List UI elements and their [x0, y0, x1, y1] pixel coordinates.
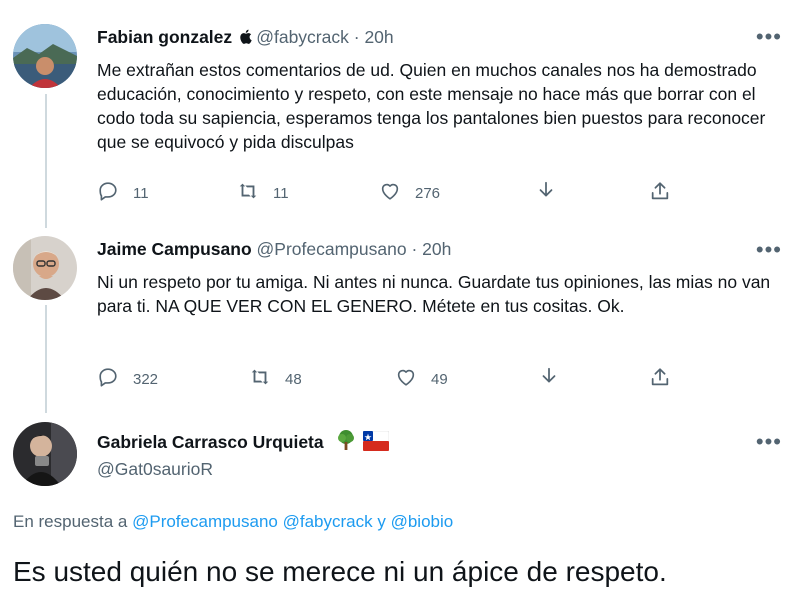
avatar[interactable] — [13, 422, 77, 486]
more-dots-icon[interactable]: ••• — [756, 26, 782, 48]
display-name[interactable]: Gabriela Carrasco Urquieta — [97, 432, 324, 452]
tweet-actions: 11 11 276 — [97, 180, 697, 204]
reply-button[interactable]: 322 — [97, 366, 158, 392]
share-icon — [649, 180, 671, 206]
handle[interactable]: @Gat0saurioR — [97, 459, 213, 480]
display-name[interactable]: Jaime Campusano — [97, 239, 252, 259]
like-count: 49 — [431, 370, 448, 388]
reply-mention[interactable]: @Profecampusano — [132, 512, 278, 531]
retweet-count: 48 — [285, 370, 302, 388]
save-button[interactable] — [538, 366, 560, 392]
share-button[interactable] — [649, 180, 671, 206]
separator-dot: · — [411, 239, 418, 259]
save-button[interactable] — [535, 180, 557, 206]
more-dots-icon[interactable]: ••• — [756, 239, 782, 261]
avatar[interactable] — [13, 24, 77, 88]
reply-mention[interactable]: @biobio — [391, 512, 454, 531]
retweet-icon — [237, 180, 259, 206]
bookmark-down-icon — [538, 366, 560, 392]
retweet-icon — [249, 366, 271, 392]
reply-icon — [97, 180, 119, 206]
reply-button[interactable]: 11 — [97, 180, 149, 206]
reply-count: 11 — [133, 184, 149, 202]
tweet-header: Fabian gonzalez @fabycrack · 20h — [97, 27, 394, 48]
reply-conjunction: y — [377, 512, 386, 531]
share-button[interactable] — [649, 366, 671, 392]
reply-count: 322 — [133, 370, 159, 388]
main-tweet-text: Es usted quién no se merece ni un ápice … — [13, 556, 667, 587]
like-button[interactable]: 276 — [379, 180, 440, 206]
avatar[interactable] — [13, 236, 77, 300]
tweet[interactable]: Fabian gonzalez @fabycrack · 20h ••• Me … — [0, 0, 800, 220]
tree-emoji-icon — [335, 429, 357, 456]
tweet-text: Ni un respeto por tu amiga. Ni antes ni … — [97, 272, 771, 316]
handle[interactable]: @fabycrack — [256, 27, 349, 47]
bookmark-down-icon — [535, 180, 557, 206]
like-button[interactable]: 49 — [395, 366, 448, 392]
heart-icon — [379, 180, 401, 206]
like-count: 276 — [415, 184, 441, 202]
timestamp[interactable]: 20h — [422, 239, 451, 259]
handle[interactable]: @Profecampusano — [257, 239, 407, 259]
apple-icon — [239, 29, 256, 47]
tweet-text: Me extrañan estos comentarios de ud. Qui… — [97, 60, 766, 152]
retweet-button[interactable]: 48 — [249, 366, 302, 392]
reply-prefix: En respuesta a — [13, 512, 128, 531]
reply-context: En respuesta a @Profecampusano @fabycrac… — [13, 512, 453, 532]
tweet-header: Gabriela Carrasco Urquieta — [97, 429, 390, 456]
more-dots-icon[interactable]: ••• — [756, 431, 782, 453]
separator-dot: · — [353, 27, 360, 47]
heart-icon — [395, 366, 417, 392]
share-icon — [649, 366, 671, 392]
reply-mention[interactable]: @fabycrack — [283, 512, 373, 531]
tweet-header: Jaime Campusano @Profecampusano · 20h — [97, 239, 451, 260]
display-name[interactable]: Fabian gonzalez — [97, 27, 232, 47]
reply-icon — [97, 366, 119, 392]
retweet-count: 11 — [273, 184, 289, 202]
chile-flag-icon — [362, 430, 390, 456]
timestamp[interactable]: 20h — [364, 27, 393, 47]
tweet-actions: 322 48 49 — [97, 366, 697, 390]
tweet[interactable]: Jaime Campusano @Profecampusano · 20h ••… — [0, 225, 800, 415]
retweet-button[interactable]: 11 — [237, 180, 289, 206]
